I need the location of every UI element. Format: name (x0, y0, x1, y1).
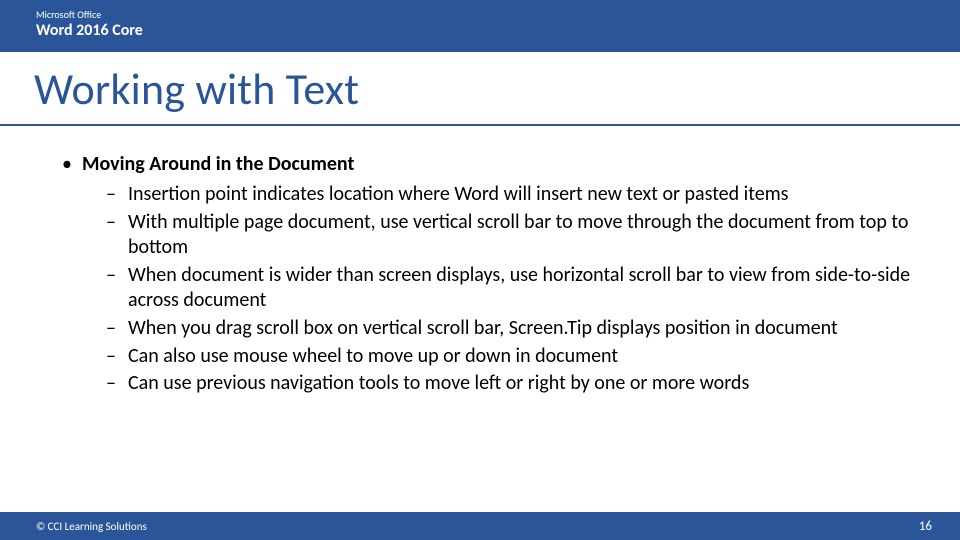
footer-copyright: © CCI Learning Solutions (36, 520, 147, 533)
header-supertitle: Microsoft Office (36, 9, 960, 20)
list-item-text: With multiple page document, use vertica… (128, 210, 932, 261)
list-item-text: Can also use mouse wheel to move up or d… (128, 344, 618, 370)
bullet-heading-row: • Moving Around in the Document (62, 152, 932, 176)
list-item-text: Can use previous navigation tools to mov… (128, 371, 749, 397)
list-item: –Insertion point indicates location wher… (106, 182, 932, 208)
footer-page-number: 16 (919, 519, 932, 534)
bullet-heading: Moving Around in the Document (82, 152, 354, 176)
list-item: –When you drag scroll box on vertical sc… (106, 316, 932, 342)
list-item: –When document is wider than screen disp… (106, 263, 932, 314)
dash-icon: – (106, 344, 120, 370)
slide-title: Working with Text (34, 62, 960, 116)
list-item-text: When you drag scroll box on vertical scr… (128, 316, 838, 342)
slide-header: Microsoft Office Word 2016 Core (0, 0, 960, 52)
list-item-text: When document is wider than screen displ… (128, 263, 932, 314)
title-band: Working with Text (0, 52, 960, 126)
slide-footer: © CCI Learning Solutions 16 (0, 512, 960, 540)
list-item: –With multiple page document, use vertic… (106, 210, 932, 261)
list-item: –Can use previous navigation tools to mo… (106, 371, 932, 397)
dash-icon: – (106, 210, 120, 236)
dash-icon: – (106, 182, 120, 208)
sub-bullet-list: –Insertion point indicates location wher… (106, 182, 932, 397)
list-item-text: Insertion point indicates location where… (128, 182, 789, 208)
header-course: Word 2016 Core (36, 20, 960, 42)
dash-icon: – (106, 263, 120, 289)
list-item: –Can also use mouse wheel to move up or … (106, 344, 932, 370)
slide-body: • Moving Around in the Document –Inserti… (0, 126, 960, 397)
bullet-dot-icon: • (62, 154, 72, 174)
dash-icon: – (106, 316, 120, 342)
dash-icon: – (106, 371, 120, 397)
